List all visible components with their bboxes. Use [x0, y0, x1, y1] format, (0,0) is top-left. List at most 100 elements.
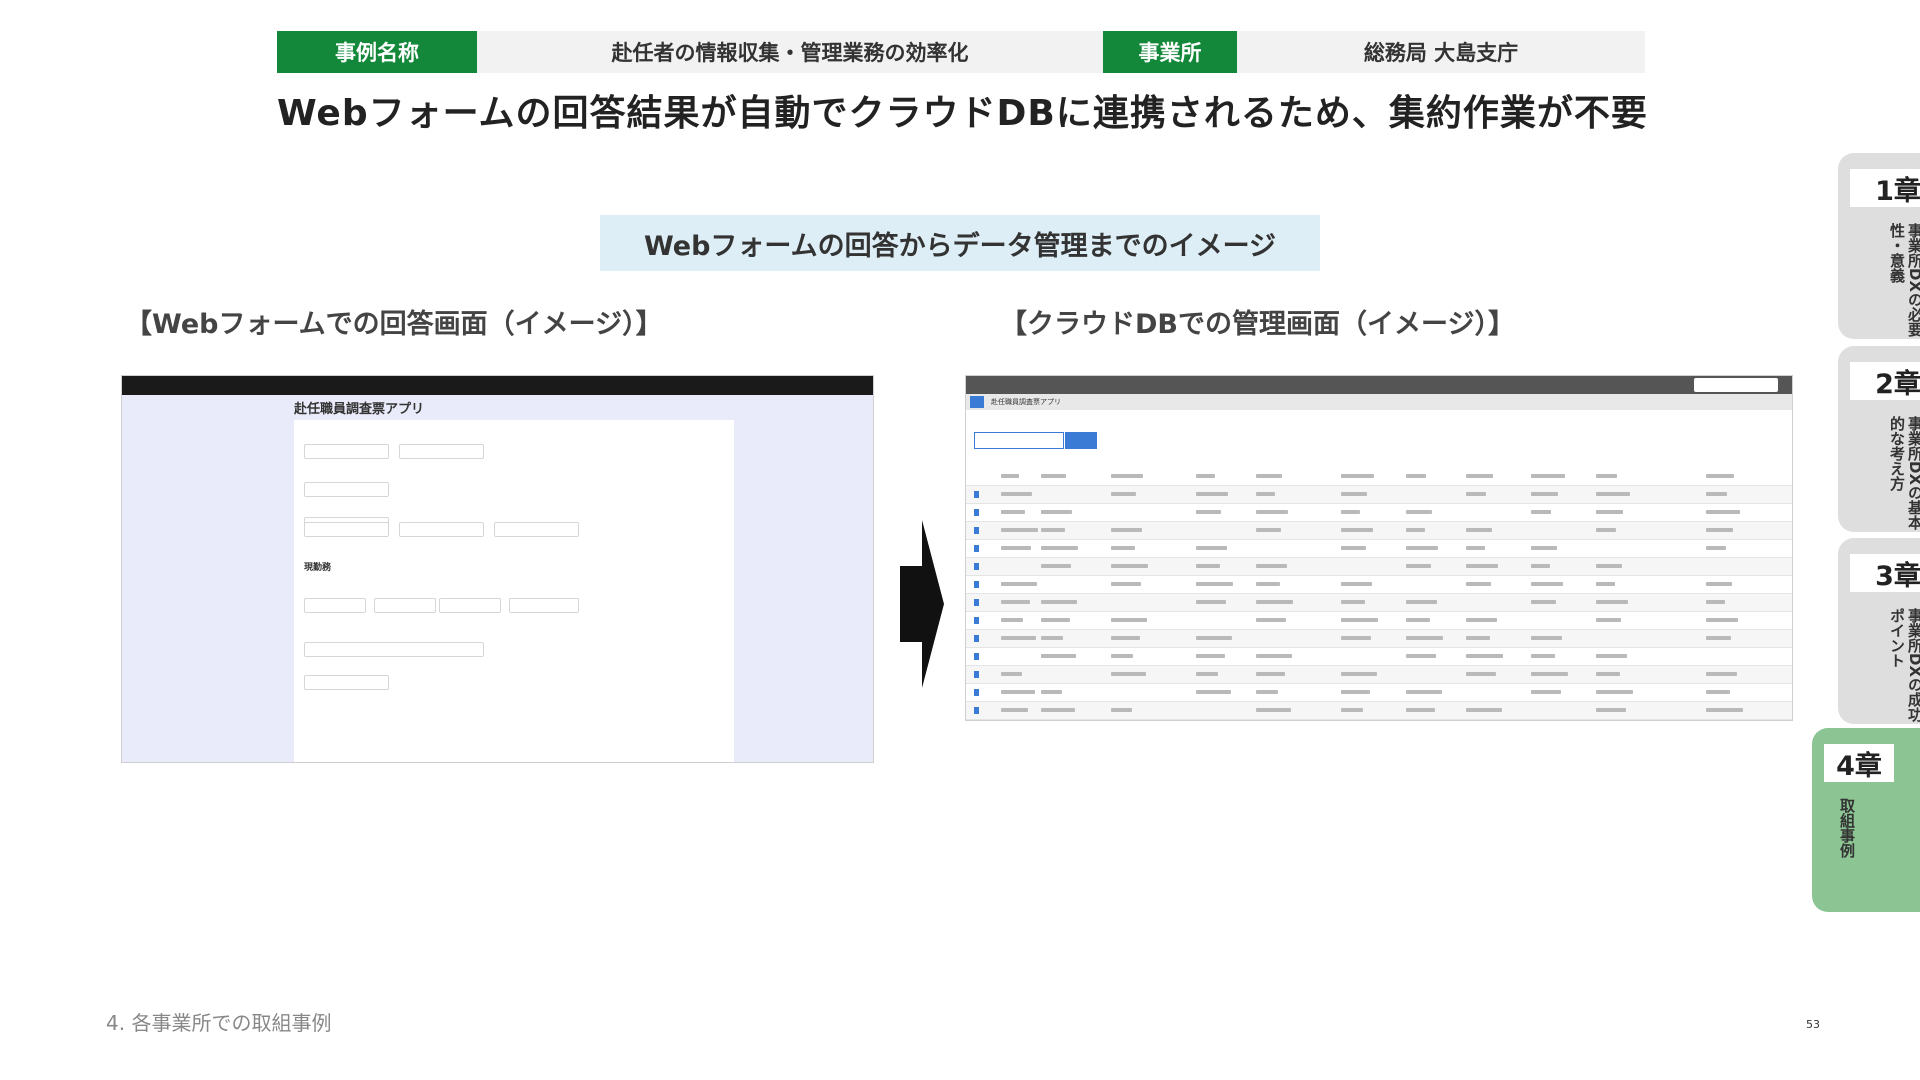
db-table-row	[966, 612, 1792, 630]
db-table-cell	[1531, 654, 1555, 658]
db-table-cell	[1196, 654, 1225, 658]
db-table-cell	[1041, 474, 1066, 478]
db-table-row	[966, 630, 1792, 648]
db-record-table	[966, 468, 1792, 720]
db-table-cell	[1466, 492, 1486, 496]
db-table-cell	[1196, 636, 1232, 640]
db-table-cell	[1196, 474, 1215, 478]
flow-arrow-icon	[900, 520, 944, 688]
db-view-selector	[974, 432, 1064, 449]
db-table-cell	[1596, 618, 1621, 622]
db-table-cell	[1196, 600, 1226, 604]
db-table-cell	[1256, 492, 1275, 496]
chapter-tab-3[interactable]: 3章 事業所DXの成功ポイント	[1838, 538, 1920, 724]
db-table-cell	[1531, 510, 1551, 514]
db-table-cell	[1256, 672, 1285, 676]
db-table-row	[966, 684, 1792, 702]
db-table-cell	[1041, 618, 1070, 622]
db-table-cell	[1341, 510, 1360, 514]
db-table-cell	[1406, 708, 1435, 712]
db-table-row	[966, 702, 1792, 720]
db-table-row	[966, 504, 1792, 522]
db-table-cell	[1531, 690, 1561, 694]
db-table-cell	[1406, 600, 1437, 604]
db-table-cell	[1111, 564, 1148, 568]
db-table-cell	[1531, 492, 1558, 496]
db-table-cell	[1041, 546, 1078, 550]
db-table-cell	[1001, 708, 1028, 712]
db-table-cell	[1406, 690, 1442, 694]
db-table-cell	[1466, 708, 1502, 712]
db-table-cell	[1406, 474, 1426, 478]
form-paper: 現勤務	[294, 420, 734, 762]
form-field-box	[509, 598, 579, 613]
db-table-cell	[1111, 528, 1142, 532]
db-table-cell	[1341, 636, 1371, 640]
db-table-cell	[1041, 600, 1077, 604]
chapter-tab-4[interactable]: 4章 取組事例	[1812, 728, 1920, 912]
chapter-description: 事業所DXの必要性・意義	[1888, 223, 1920, 338]
db-table-cell	[1111, 636, 1140, 640]
form-field-box	[374, 598, 436, 613]
db-table-row	[966, 486, 1792, 504]
chapter-description: 取組事例	[1838, 798, 1856, 858]
db-table-cell	[1596, 564, 1622, 568]
office-value: 総務局 大島支庁	[1363, 41, 1519, 65]
db-table-cell	[1531, 672, 1568, 676]
chapter-tab-2[interactable]: 2章 事業所DXの基本的な考え方	[1838, 346, 1920, 532]
db-table-cell	[1111, 474, 1143, 478]
db-table-cell	[1596, 708, 1626, 712]
chapter-number: 1章	[1850, 169, 1920, 207]
db-table-cell	[1111, 546, 1135, 550]
db-row-icon	[974, 545, 979, 552]
db-table-cell	[1706, 618, 1738, 622]
db-row-icon	[974, 527, 979, 534]
db-table-cell	[1341, 582, 1372, 586]
db-table-cell	[1406, 654, 1436, 658]
form-field-box	[304, 482, 389, 497]
db-table-cell	[1466, 654, 1503, 658]
db-table-cell	[1596, 510, 1623, 514]
db-table-cell	[1256, 654, 1292, 658]
db-graph-icon	[1065, 432, 1097, 449]
db-table-cell	[1531, 600, 1556, 604]
chapter-tab-1[interactable]: 1章 事業所DXの必要性・意義	[1838, 153, 1920, 339]
db-table-cell	[1041, 528, 1065, 532]
chapter-number: 3章	[1850, 554, 1920, 592]
db-row-icon	[974, 689, 979, 696]
db-table-cell	[1466, 528, 1492, 532]
db-table-cell	[1111, 654, 1133, 658]
db-table-cell	[1256, 474, 1282, 478]
db-table-cell	[1196, 510, 1221, 514]
db-row-icon	[974, 707, 979, 714]
db-table-cell	[1341, 690, 1370, 694]
db-table-cell	[1596, 690, 1633, 694]
form-app-title: 赴任職員調査票アプリ	[294, 402, 425, 417]
db-table-cell	[1196, 582, 1233, 586]
db-table-row	[966, 666, 1792, 684]
db-table-cell	[1256, 690, 1278, 694]
db-table-cell	[1001, 618, 1023, 622]
page-number: 53	[1806, 1018, 1820, 1031]
db-row-icon	[974, 563, 979, 570]
db-table-cell	[1466, 474, 1493, 478]
db-table-cell	[1706, 546, 1726, 550]
db-table-cell	[1001, 510, 1025, 514]
db-table-cell	[1196, 672, 1218, 676]
db-table-cell	[1001, 546, 1031, 550]
form-topbar	[122, 376, 873, 395]
db-table-cell	[1706, 600, 1725, 604]
db-table-cell	[1001, 672, 1022, 676]
db-table-cell	[1256, 708, 1291, 712]
form-field-box	[304, 522, 389, 537]
db-subbar	[966, 394, 1792, 410]
db-table-cell	[1196, 492, 1228, 496]
db-table-cell	[1001, 690, 1035, 694]
form-field-box	[439, 598, 501, 613]
db-table-cell	[1341, 546, 1366, 550]
db-table-row	[966, 522, 1792, 540]
db-table-cell	[1466, 618, 1497, 622]
db-search-box	[1694, 378, 1778, 392]
db-table-cell	[1531, 546, 1557, 550]
form-field-box	[304, 598, 366, 613]
